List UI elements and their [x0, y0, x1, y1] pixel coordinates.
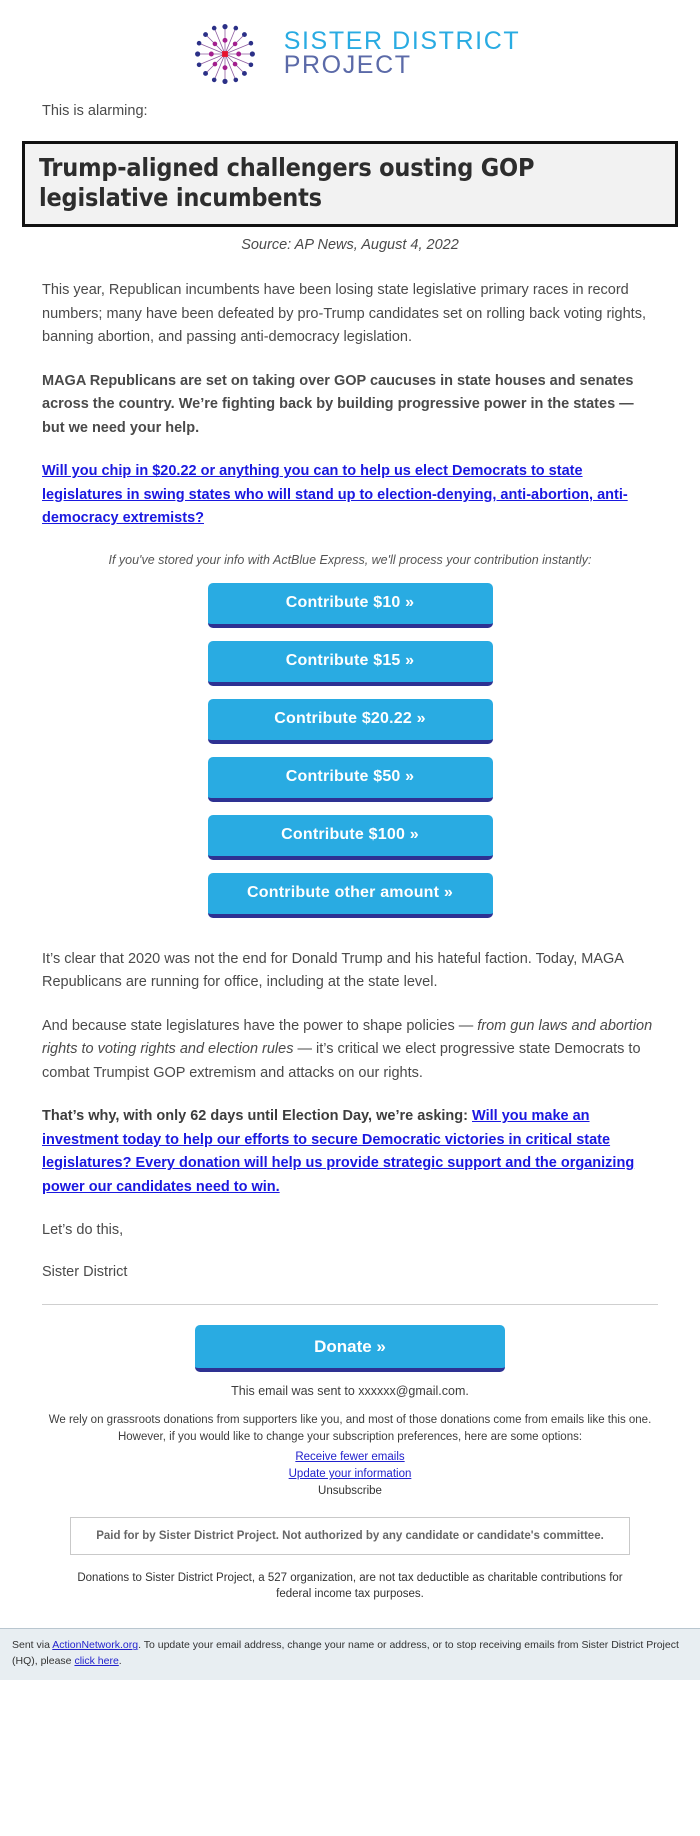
ask-paragraph: Will you chip in $20.22 or anything you … — [42, 460, 658, 530]
actblue-express-note: If you've stored your info with ActBlue … — [108, 552, 592, 567]
contribute-100-button[interactable]: Contribute $100 » — [207, 814, 493, 860]
paragraph-4: And because state legislatures have the … — [42, 1015, 658, 1085]
contribute-15-button[interactable]: Contribute $15 » — [207, 640, 493, 686]
click-here-link[interactable]: click here — [74, 1655, 118, 1667]
sent-via-prefix: Sent via — [12, 1639, 53, 1652]
email-footer: This email was sent to xxxxxx@gmail.com.… — [0, 1384, 700, 1602]
paragraph-5: That’s why, with only 62 days until Elec… — [42, 1105, 658, 1199]
footer-divider — [42, 1304, 658, 1306]
email-header: SISTER DISTRICT PROJECT — [0, 0, 700, 100]
news-headline: Trump-aligned challengers ousting GOP le… — [39, 153, 535, 212]
paragraph-5-bold-lead: That’s why, with only 62 days until Elec… — [42, 1108, 473, 1125]
signoff-line-2: Sister District — [42, 1263, 128, 1280]
paid-for-text: Paid for by Sister District Project. Not… — [96, 1529, 604, 1542]
paragraph-1: This year, Republican incumbents have be… — [42, 282, 646, 346]
email-body: SISTER DISTRICT PROJECT This is alarming… — [0, 0, 700, 1680]
donate-button-wrap: Donate » — [0, 1325, 700, 1373]
paragraph-2-bold: MAGA Republicans are set on taking over … — [42, 372, 634, 436]
subscription-options: Receive fewer emails Update your informa… — [46, 1449, 654, 1501]
contribute-50-button[interactable]: Contribute $50 » — [207, 756, 493, 802]
actionnetwork-link[interactable]: ActionNetwork.org — [52, 1639, 138, 1651]
brand-logo: SISTER DISTRICT PROJECT — [180, 18, 521, 90]
signoff-line-1: Let’s do this, — [42, 1222, 124, 1239]
sent-via-bar: Sent via ActionNetwork.org. To update yo… — [0, 1628, 700, 1680]
donate-button[interactable]: Donate » — [195, 1325, 505, 1373]
grassroots-text: We rely on grassroots donations from sup… — [48, 1414, 652, 1443]
contribute-other-button[interactable]: Contribute other amount » — [207, 872, 493, 918]
chip-in-link[interactable]: Will you chip in $20.22 or anything you … — [42, 463, 628, 526]
starburst-logo-icon — [194, 24, 255, 84]
email-content: This is alarming: — [0, 100, 700, 123]
sent-via-end: . — [118, 1654, 122, 1667]
receive-fewer-emails-link[interactable]: Receive fewer emails — [46, 1449, 654, 1466]
tax-deductible-text: Donations to Sister District Project, a … — [77, 1571, 623, 1600]
brand-wordmark: SISTER DISTRICT PROJECT — [283, 29, 521, 79]
intro-text: This is alarming: — [42, 103, 148, 119]
paid-for-disclaimer-box: Paid for by Sister District Project. Not… — [70, 1516, 630, 1555]
brand-line-2: PROJECT — [283, 51, 412, 79]
sent-to-text: This email was sent to xxxxxx@gmail.com. — [231, 1384, 469, 1399]
contribute-button-group: Contribute $10 » Contribute $15 » Contri… — [0, 582, 700, 918]
news-source: Source: AP News, August 4, 2022 — [241, 237, 459, 254]
paragraph-3: It’s clear that 2020 was not the end for… — [42, 950, 624, 991]
contribute-10-button[interactable]: Contribute $10 » — [207, 582, 493, 628]
news-headline-box: Trump-aligned challengers ousting GOP le… — [22, 141, 678, 228]
contribute-2022-button[interactable]: Contribute $20.22 » — [207, 698, 493, 744]
paragraph-4-part-a: And because state legislatures have the … — [42, 1017, 478, 1034]
unsubscribe-link[interactable]: Unsubscribe — [46, 1483, 654, 1500]
update-information-link[interactable]: Update your information — [46, 1466, 654, 1483]
